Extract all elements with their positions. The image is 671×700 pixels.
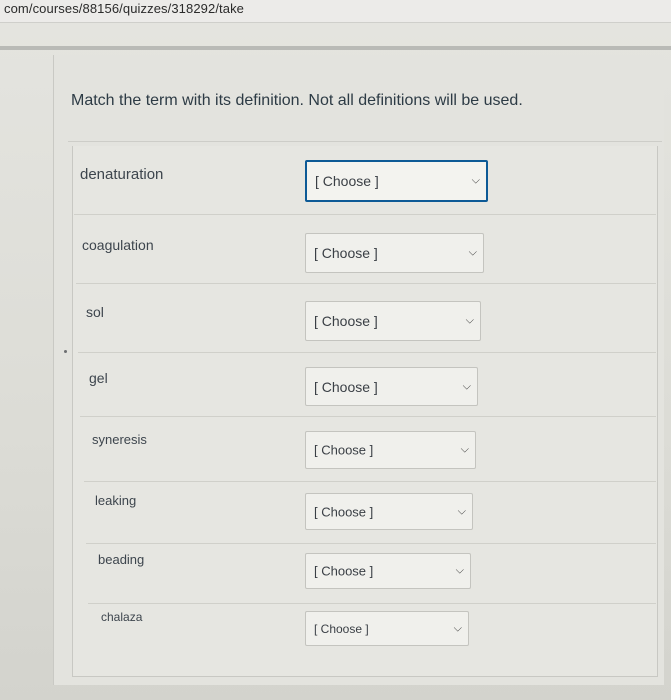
top-divider — [0, 46, 671, 50]
select-value: [ Choose ] — [314, 313, 378, 329]
match-term: denaturation — [80, 166, 164, 183]
match-select[interactable]: [ Choose ] ⌵ — [305, 301, 481, 341]
row-divider — [80, 416, 656, 417]
select-value: [ Choose ] — [314, 442, 374, 458]
row-divider — [88, 603, 656, 604]
select-value: [ Choose ] — [314, 245, 378, 261]
match-select[interactable]: [ Choose ] ⌵ — [305, 611, 469, 646]
decorative-dot — [64, 350, 67, 353]
row-divider — [78, 352, 656, 353]
match-term: gel — [89, 370, 108, 386]
row-divider — [76, 283, 656, 284]
match-term: chalaza — [101, 610, 143, 624]
chevron-down-icon: ⌵ — [455, 564, 464, 577]
matching-answers-box — [72, 146, 658, 677]
chevron-down-icon: ⌵ — [460, 443, 469, 456]
chevron-down-icon: ⌵ — [453, 622, 462, 634]
chevron-down-icon: ⌵ — [465, 314, 474, 327]
select-value: [ Choose ] — [314, 563, 374, 579]
question-divider — [68, 141, 662, 142]
chevron-down-icon: ⌵ — [468, 246, 477, 259]
match-select[interactable]: [ Choose ] ⌵ — [305, 233, 484, 273]
select-value: [ Choose ] — [314, 621, 369, 636]
row-divider — [86, 543, 656, 544]
question-prompt: Match the term with its definition. Not … — [71, 92, 523, 109]
match-term: syneresis — [92, 432, 147, 447]
select-value: [ Choose ] — [315, 173, 379, 189]
row-divider — [74, 214, 656, 215]
match-term: coagulation — [82, 237, 154, 253]
match-select[interactable]: [ Choose ] ⌵ — [305, 493, 473, 530]
chevron-down-icon: ⌵ — [462, 380, 471, 392]
match-select[interactable]: [ Choose ] ⌵ — [305, 367, 478, 406]
chevron-down-icon: ⌵ — [457, 505, 466, 517]
match-term: sol — [86, 304, 104, 320]
row-divider — [84, 481, 656, 482]
match-term: beading — [98, 552, 145, 567]
match-select[interactable]: [ Choose ] ⌵ — [305, 160, 488, 202]
browser-address-bar[interactable]: com/courses/88156/quizzes/318292/take — [0, 0, 671, 23]
match-term: leaking — [95, 493, 137, 508]
match-select[interactable]: [ Choose ] ⌵ — [305, 553, 471, 589]
select-value: [ Choose ] — [314, 504, 374, 519]
match-select[interactable]: [ Choose ] ⌵ — [305, 431, 476, 469]
select-value: [ Choose ] — [314, 378, 378, 395]
url-text[interactable]: com/courses/88156/quizzes/318292/take — [4, 1, 244, 16]
chevron-down-icon: ⌵ — [471, 174, 480, 187]
